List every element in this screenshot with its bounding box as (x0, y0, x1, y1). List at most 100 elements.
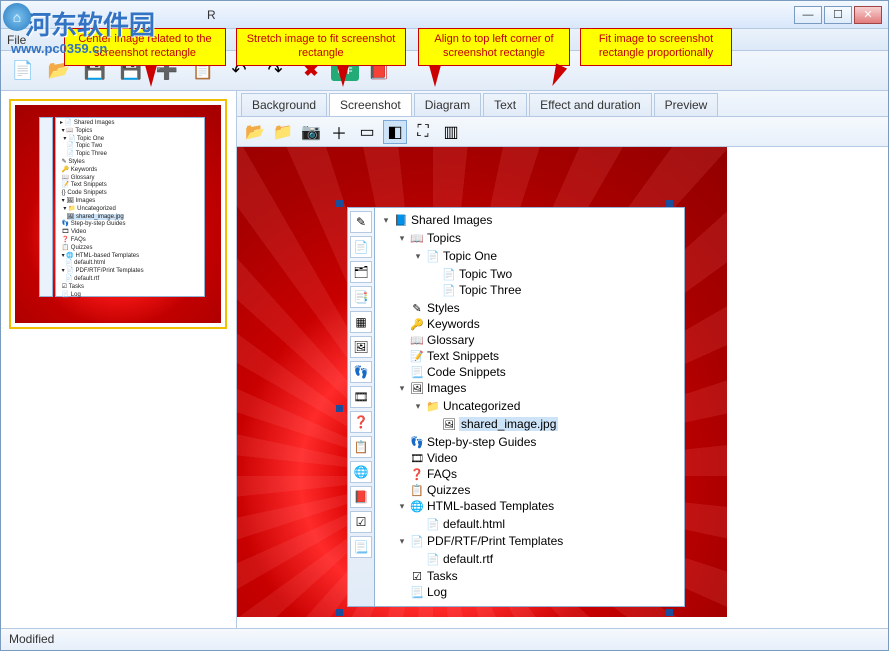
tree-video[interactable]: Video (427, 451, 457, 465)
tree-quizzes[interactable]: Quizzes (427, 483, 470, 497)
minimize-button[interactable]: — (794, 6, 822, 24)
tab-effect[interactable]: Effect and duration (529, 93, 652, 116)
tree-images[interactable]: Images (427, 381, 466, 395)
tree-pdf-templates[interactable]: PDF/RTF/Print Templates (427, 534, 563, 548)
expander-icon[interactable]: ▾ (381, 215, 391, 225)
vt-quiz-icon[interactable]: 📋 (350, 436, 372, 458)
vt-copy-icon[interactable]: 📑 (350, 286, 372, 308)
tree-shared-image[interactable]: shared_image.jpg (459, 417, 558, 431)
image-file-icon: 🖼 (442, 417, 456, 431)
vt-faq-icon[interactable]: ❓ (350, 411, 372, 433)
tree-tasks[interactable]: Tasks (427, 569, 458, 583)
vt-video-icon[interactable]: 🎞 (350, 386, 372, 408)
steps-icon: 👣 (410, 435, 424, 449)
tree-root[interactable]: Shared Images (411, 213, 492, 227)
align-topleft-button[interactable]: ◧ (383, 120, 407, 144)
export-gif-button[interactable]: GIF (331, 61, 359, 81)
folder-icon: 📁 (426, 399, 440, 413)
fit-proportional-button[interactable]: ⛶ (411, 120, 435, 144)
extra-align-button[interactable]: ▥ (439, 120, 463, 144)
faq-icon: ❓ (410, 467, 424, 481)
camera-button[interactable]: 📷 (299, 120, 323, 144)
shared-images-icon: 📘 (394, 213, 408, 227)
statusbar: Modified (1, 628, 888, 650)
page-icon: 📄 (426, 249, 440, 263)
tree-uncategorized[interactable]: Uncategorized (443, 399, 520, 413)
save-button[interactable]: 💾 (79, 55, 111, 87)
tab-preview[interactable]: Preview (654, 93, 719, 116)
app-logo: ⌂ (3, 3, 31, 31)
vt-page-icon[interactable]: 📄 (350, 236, 372, 258)
tree-styles[interactable]: Styles (427, 301, 460, 315)
tree-topic-three[interactable]: Topic Three (459, 283, 521, 297)
close-button[interactable]: ✕ (854, 6, 882, 24)
vt-pencil-icon[interactable]: ✎ (350, 211, 372, 233)
page-icon: 📄 (442, 267, 456, 281)
vt-log-icon[interactable]: 📃 (350, 536, 372, 558)
tree-glossary[interactable]: Glossary (427, 333, 474, 347)
paste-button[interactable]: 📋 (187, 55, 219, 87)
video-icon: 🎞 (410, 451, 424, 465)
tree-topic-two[interactable]: Topic Two (459, 267, 512, 281)
add-button[interactable]: ➕ (151, 55, 183, 87)
canvas[interactable]: ✎ 📄 🗂 📑 ▦ 🖼 👣 🎞 ❓ 📋 🌐 📕 ☑ 📃 (237, 147, 888, 628)
tree-panel-group: ✎ 📄 🗂 📑 ▦ 🖼 👣 🎞 ❓ 📋 🌐 📕 ☑ 📃 (347, 207, 685, 607)
tree-textsnippets[interactable]: Text Snippets (427, 349, 499, 363)
editor-pane: Background Screenshot Diagram Text Effec… (237, 91, 888, 628)
maximize-button[interactable]: ☐ (824, 6, 852, 24)
export-pdf-button[interactable]: 📕 (363, 55, 395, 87)
page-icon: 📄 (426, 517, 440, 531)
tree-keywords[interactable]: Keywords (427, 317, 480, 331)
topics-icon: 📖 (410, 231, 424, 245)
tree-html-templates[interactable]: HTML-based Templates (427, 499, 554, 513)
tab-screenshot[interactable]: Screenshot (329, 93, 412, 116)
stretch-image-button[interactable]: ▭ (355, 120, 379, 144)
tree-topic-one[interactable]: Topic One (443, 249, 497, 263)
tree-default-rtf[interactable]: default.rtf (443, 552, 493, 566)
redo-button[interactable]: ↷ (259, 55, 291, 87)
thumbnail-pane: ▸ 📄 Shared Images ▾ 📖 Topics ▾ 📄 Topic O… (1, 91, 237, 628)
quiz-icon: 📋 (410, 483, 424, 497)
tree-codesnippets[interactable]: Code Snippets (427, 365, 506, 379)
pdf-icon: 📄 (410, 534, 424, 548)
keywords-icon: 🔑 (410, 317, 424, 331)
undo-button[interactable]: ↶ (223, 55, 255, 87)
open-folder-button[interactable]: 📂 (243, 120, 267, 144)
thumbnail-tree-preview: ▸ 📄 Shared Images ▾ 📖 Topics ▾ 📄 Topic O… (55, 117, 205, 297)
open-button[interactable]: 📂 (43, 55, 75, 87)
tree-panel[interactable]: ▾📘Shared Images ▾📖Topics ▾📄Topic One 📄To… (375, 207, 685, 607)
vt-table-icon[interactable]: ▦ (350, 311, 372, 333)
tab-background[interactable]: Background (241, 93, 327, 116)
tree-topics[interactable]: Topics (427, 231, 461, 245)
center-image-button[interactable]: ＋ (327, 120, 351, 144)
log-icon: 📃 (410, 585, 424, 599)
tree-default-html[interactable]: default.html (443, 517, 505, 531)
new-button[interactable]: 📄 (7, 55, 39, 87)
vt-stack-icon[interactable]: 🗂 (350, 261, 372, 283)
glossary-icon: 📖 (410, 333, 424, 347)
vt-image-icon[interactable]: 🖼 (350, 336, 372, 358)
vertical-toolbar: ✎ 📄 🗂 📑 ▦ 🖼 👣 🎞 ❓ 📋 🌐 📕 ☑ 📃 (347, 207, 375, 607)
title-fragment: R (207, 8, 216, 22)
vt-html-icon[interactable]: 🌐 (350, 461, 372, 483)
tab-diagram[interactable]: Diagram (414, 93, 481, 116)
tree-steps[interactable]: Step-by-step Guides (427, 435, 536, 449)
folder-button[interactable]: 📁 (271, 120, 295, 144)
thumbnail-frame[interactable]: ▸ 📄 Shared Images ▾ 📖 Topics ▾ 📄 Topic O… (9, 99, 227, 329)
vt-pdf-icon[interactable]: 📕 (350, 486, 372, 508)
app-window: ⌂ 河东软件园 www.pc0359.cn R — ☐ ✕ File 📄 📂 💾… (0, 0, 889, 651)
tab-text[interactable]: Text (483, 93, 527, 116)
watermark-text: 河东软件园 (25, 5, 155, 42)
tree-log[interactable]: Log (427, 585, 447, 599)
images-icon: 🖼 (410, 381, 424, 395)
page-icon: 📄 (442, 283, 456, 297)
status-text: Modified (9, 632, 54, 646)
html-icon: 🌐 (410, 499, 424, 513)
delete-button[interactable]: ✖ (295, 55, 327, 87)
page-icon: 📄 (426, 552, 440, 566)
save-all-button[interactable]: 💾 (115, 55, 147, 87)
vt-steps-icon[interactable]: 👣 (350, 361, 372, 383)
vt-task-icon[interactable]: ☑ (350, 511, 372, 533)
tasks-icon: ☑ (410, 569, 424, 583)
tree-faqs[interactable]: FAQs (427, 467, 457, 481)
